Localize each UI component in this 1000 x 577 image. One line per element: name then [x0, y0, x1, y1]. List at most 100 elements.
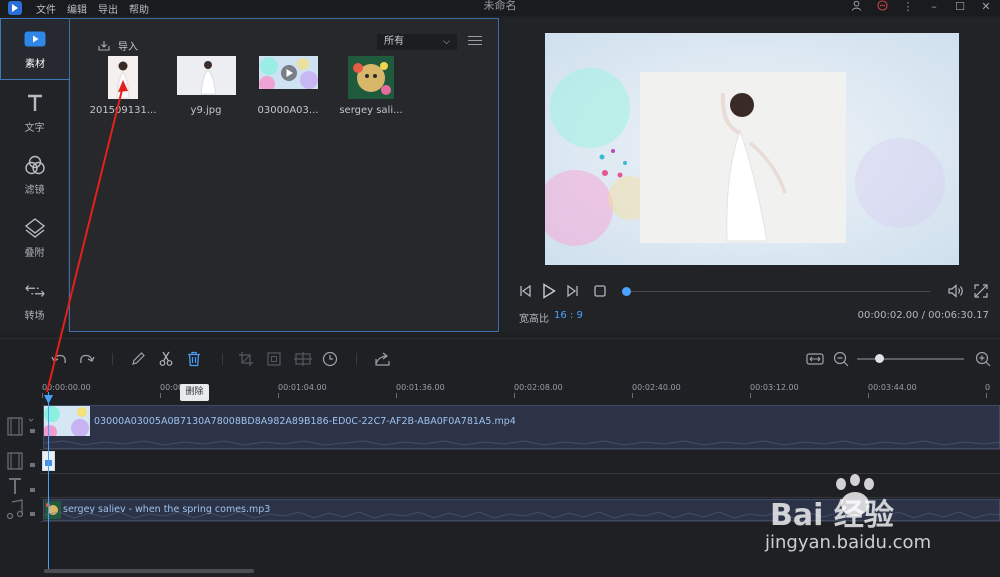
video-preview [545, 33, 959, 265]
close-icon[interactable]: ✕ [978, 0, 994, 14]
next-frame-icon[interactable] [566, 284, 580, 301]
more-menu-icon[interactable]: ⋮ [900, 0, 916, 14]
delete-tooltip: 删除 [180, 384, 209, 401]
filter-value: 所有 [384, 36, 404, 47]
media-item-name: 201509131... [89, 105, 157, 116]
tick-label: 00:01:04.00 [278, 383, 327, 392]
zoom-slider-handle[interactable] [875, 354, 884, 363]
sidebar-item-filter[interactable]: 滤镜 [0, 144, 69, 206]
video-waveform [44, 440, 1000, 446]
zoom-out-icon[interactable] [833, 351, 851, 367]
media-item-image-1[interactable]: 201509131... [85, 56, 161, 116]
audio-track-header [0, 498, 40, 522]
feedback-icon[interactable] [874, 0, 890, 14]
preview-timecode: 00:00:02.00 / 00:06:30.17 [857, 310, 989, 321]
clip-thumbnail [44, 406, 90, 436]
menu-file[interactable]: 文件 [36, 1, 56, 16]
menu-bar: 文件 编辑 导出 帮助 [36, 1, 149, 16]
overlay-layers-icon [24, 217, 46, 238]
volume-icon[interactable] [948, 284, 964, 301]
aspect-ratio-label: 宽高比 [519, 314, 549, 325]
zoom-in-icon[interactable] [975, 351, 993, 367]
import-button[interactable]: 导入 [98, 38, 138, 53]
video-clip[interactable]: 03000A03005A0B7130A78008BD8A982A89B186-E… [43, 405, 1000, 449]
scissors-icon[interactable] [158, 351, 176, 367]
media-filter-select[interactable]: 所有 ⌵ [377, 34, 457, 50]
baidu-watermark: Bai 经验 jingyan.baidu.com [765, 470, 995, 570]
watermark-url: jingyan.baidu.com [765, 532, 932, 553]
sidebar-item-label: 叠附 [24, 247, 45, 259]
media-item-image-2[interactable]: y9.jpg [168, 56, 244, 116]
toolbar-divider [112, 353, 113, 365]
window-controls: ⋮ – ☐ ✕ [848, 0, 994, 14]
video-clip-name: 03000A03005A0B7130A78008BD8A982A89B186-E… [94, 416, 516, 427]
menu-edit[interactable]: 编辑 [67, 1, 87, 16]
maximize-icon[interactable]: ☐ [952, 0, 968, 14]
delete-trash-icon[interactable] [186, 351, 204, 367]
mosaic-icon[interactable] [294, 351, 312, 367]
tick-mark [42, 393, 43, 398]
tick-mark [986, 393, 987, 398]
edit-pencil-icon[interactable] [130, 351, 148, 367]
timeline-toolbar [0, 338, 1000, 378]
tick-mark [514, 393, 515, 398]
playhead-line[interactable] [48, 392, 49, 570]
redo-icon[interactable] [78, 351, 96, 367]
chevron-down-icon: ⌵ [443, 37, 450, 47]
tick-mark [160, 393, 161, 398]
watermark-brand: Bai 经验 [770, 498, 894, 533]
media-item-audio[interactable]: sergey sali... [333, 56, 409, 116]
film-icon [7, 417, 35, 436]
export-share-icon[interactable] [374, 351, 392, 367]
aspect-ratio-value[interactable]: 16 : 9 [554, 310, 583, 321]
media-item-name: y9.jpg [190, 105, 222, 116]
import-label: 导入 [118, 42, 138, 53]
undo-icon[interactable] [50, 351, 68, 367]
filter-circles-icon [24, 155, 46, 175]
prev-frame-icon[interactable] [518, 284, 532, 301]
play-icon[interactable] [542, 283, 556, 302]
import-icon [98, 41, 110, 51]
tick-mark [278, 393, 279, 398]
media-item-name: sergey sali... [339, 105, 403, 116]
text-track-header [0, 475, 40, 497]
zoom-slider-track[interactable] [857, 358, 964, 360]
sidebar-item-media[interactable]: 素材 [0, 18, 69, 80]
tick-label: 00:03:12.00 [750, 383, 799, 392]
zoom-frame-icon[interactable] [266, 351, 284, 367]
app-logo-icon [8, 1, 22, 15]
sidebar-item-label: 转场 [24, 310, 45, 322]
tick-mark [632, 393, 633, 398]
preview-panel: 宽高比 16 : 9 00:00:02.00 / 00:06:30.17 [501, 18, 1000, 332]
seek-track[interactable] [626, 291, 930, 292]
fit-timeline-icon[interactable] [806, 351, 824, 367]
sidebar-item-label: 文字 [24, 122, 45, 134]
stop-icon[interactable] [594, 285, 606, 300]
title-bar: 文件 编辑 导出 帮助 未命名 ⋮ – ☐ ✕ [0, 0, 1000, 16]
account-icon[interactable] [848, 0, 864, 14]
timeline-scrollbar[interactable] [44, 569, 254, 573]
menu-help[interactable]: 帮助 [129, 1, 149, 16]
thumbnail [348, 56, 394, 99]
sidebar-item-overlay[interactable]: 叠附 [0, 207, 69, 269]
sidebar-item-text[interactable]: 文字 [0, 82, 69, 144]
tick-mark [868, 393, 869, 398]
minimize-icon[interactable]: – [926, 0, 942, 14]
sidebar-item-label: 滤镜 [24, 184, 45, 196]
media-library-panel: 导入 所有 ⌵ 201509131... y9.jpg 03000A03... … [69, 18, 499, 332]
media-item-video[interactable]: 03000A03... [250, 56, 326, 116]
tick-label: 00:02:40.00 [632, 383, 681, 392]
fullscreen-icon[interactable] [974, 284, 988, 301]
seek-handle[interactable] [622, 287, 631, 296]
menu-export[interactable]: 导出 [98, 1, 118, 16]
crop-icon[interactable] [238, 351, 256, 367]
text-t-icon [24, 93, 46, 113]
thumbnail [176, 56, 236, 99]
tick-label: 00:02:08.00 [514, 383, 563, 392]
sidebar-item-transition[interactable]: 转场 [0, 270, 69, 332]
list-view-icon[interactable] [468, 36, 482, 48]
tick-mark [396, 393, 397, 398]
thumbnail [108, 56, 138, 99]
tick-label: 00:03:44.00 [868, 383, 917, 392]
duration-clock-icon[interactable] [322, 351, 340, 367]
